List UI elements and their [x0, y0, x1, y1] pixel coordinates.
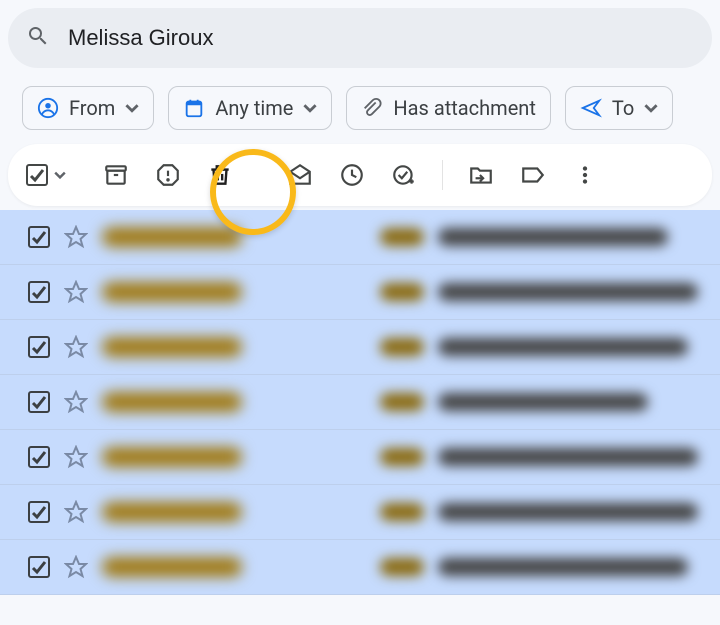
- email-subject: [438, 228, 668, 246]
- inbox-tag: [380, 338, 424, 356]
- more-button[interactable]: [563, 153, 607, 197]
- sender-name: [102, 227, 242, 247]
- email-subject: [438, 448, 698, 466]
- move-to-button[interactable]: [459, 153, 503, 197]
- filter-chip-row: From Any time Has attachment To: [0, 68, 720, 140]
- row-checkbox[interactable]: [28, 446, 50, 468]
- email-row[interactable]: [0, 320, 720, 375]
- inbox-tag: [380, 558, 424, 576]
- mark-read-button[interactable]: [278, 153, 322, 197]
- star-icon[interactable]: [64, 390, 88, 414]
- chevron-down-icon: [125, 101, 139, 115]
- send-icon: [580, 97, 602, 119]
- action-toolbar: [8, 144, 712, 206]
- inbox-tag: [380, 448, 424, 466]
- inbox-tag: [380, 283, 424, 301]
- filter-from-label: From: [69, 96, 115, 120]
- sender-name: [102, 282, 242, 302]
- delete-button[interactable]: [198, 153, 242, 197]
- star-icon[interactable]: [64, 555, 88, 579]
- email-list: [0, 210, 720, 595]
- email-subject: [438, 338, 688, 356]
- row-checkbox[interactable]: [28, 226, 50, 248]
- email-subject: [438, 283, 698, 301]
- toolbar-separator: [442, 160, 443, 190]
- row-checkbox[interactable]: [28, 391, 50, 413]
- filter-attachment-label: Has attachment: [393, 96, 536, 120]
- star-icon[interactable]: [64, 445, 88, 469]
- filter-time-chip[interactable]: Any time: [168, 86, 332, 130]
- labels-button[interactable]: [511, 153, 555, 197]
- filter-time-label: Any time: [215, 96, 293, 120]
- inbox-tag: [380, 228, 424, 246]
- email-subject: [438, 393, 648, 411]
- star-icon[interactable]: [64, 335, 88, 359]
- row-checkbox[interactable]: [28, 281, 50, 303]
- sender-name: [102, 392, 242, 412]
- attachment-icon: [361, 97, 383, 119]
- star-icon[interactable]: [64, 500, 88, 524]
- email-subject: [438, 558, 688, 576]
- email-row[interactable]: [0, 375, 720, 430]
- search-input[interactable]: [68, 25, 694, 51]
- star-icon[interactable]: [64, 280, 88, 304]
- row-checkbox[interactable]: [28, 336, 50, 358]
- sender-name: [102, 337, 242, 357]
- email-row[interactable]: [0, 485, 720, 540]
- report-spam-button[interactable]: [146, 153, 190, 197]
- chevron-down-icon: [54, 169, 66, 181]
- filter-to-chip[interactable]: To: [565, 86, 673, 130]
- filter-attachment-chip[interactable]: Has attachment: [346, 86, 551, 130]
- calendar-icon: [183, 97, 205, 119]
- email-row[interactable]: [0, 430, 720, 485]
- row-checkbox[interactable]: [28, 501, 50, 523]
- sender-name: [102, 557, 242, 577]
- chevron-down-icon: [303, 101, 317, 115]
- archive-button[interactable]: [94, 153, 138, 197]
- row-checkbox[interactable]: [28, 556, 50, 578]
- chevron-down-icon: [644, 101, 658, 115]
- inbox-tag: [380, 393, 424, 411]
- search-bar: [8, 8, 712, 68]
- email-row[interactable]: [0, 540, 720, 595]
- star-icon[interactable]: [64, 225, 88, 249]
- inbox-tag: [380, 503, 424, 521]
- filter-from-chip[interactable]: From: [22, 86, 154, 130]
- person-circle-icon: [37, 97, 59, 119]
- snooze-button[interactable]: [330, 153, 374, 197]
- email-row[interactable]: [0, 265, 720, 320]
- filter-to-label: To: [612, 96, 634, 120]
- sender-name: [102, 447, 242, 467]
- select-all-checkbox[interactable]: [26, 164, 66, 186]
- email-subject: [438, 503, 698, 521]
- email-row[interactable]: [0, 210, 720, 265]
- search-icon[interactable]: [26, 24, 50, 52]
- add-task-button[interactable]: [382, 153, 426, 197]
- sender-name: [102, 502, 242, 522]
